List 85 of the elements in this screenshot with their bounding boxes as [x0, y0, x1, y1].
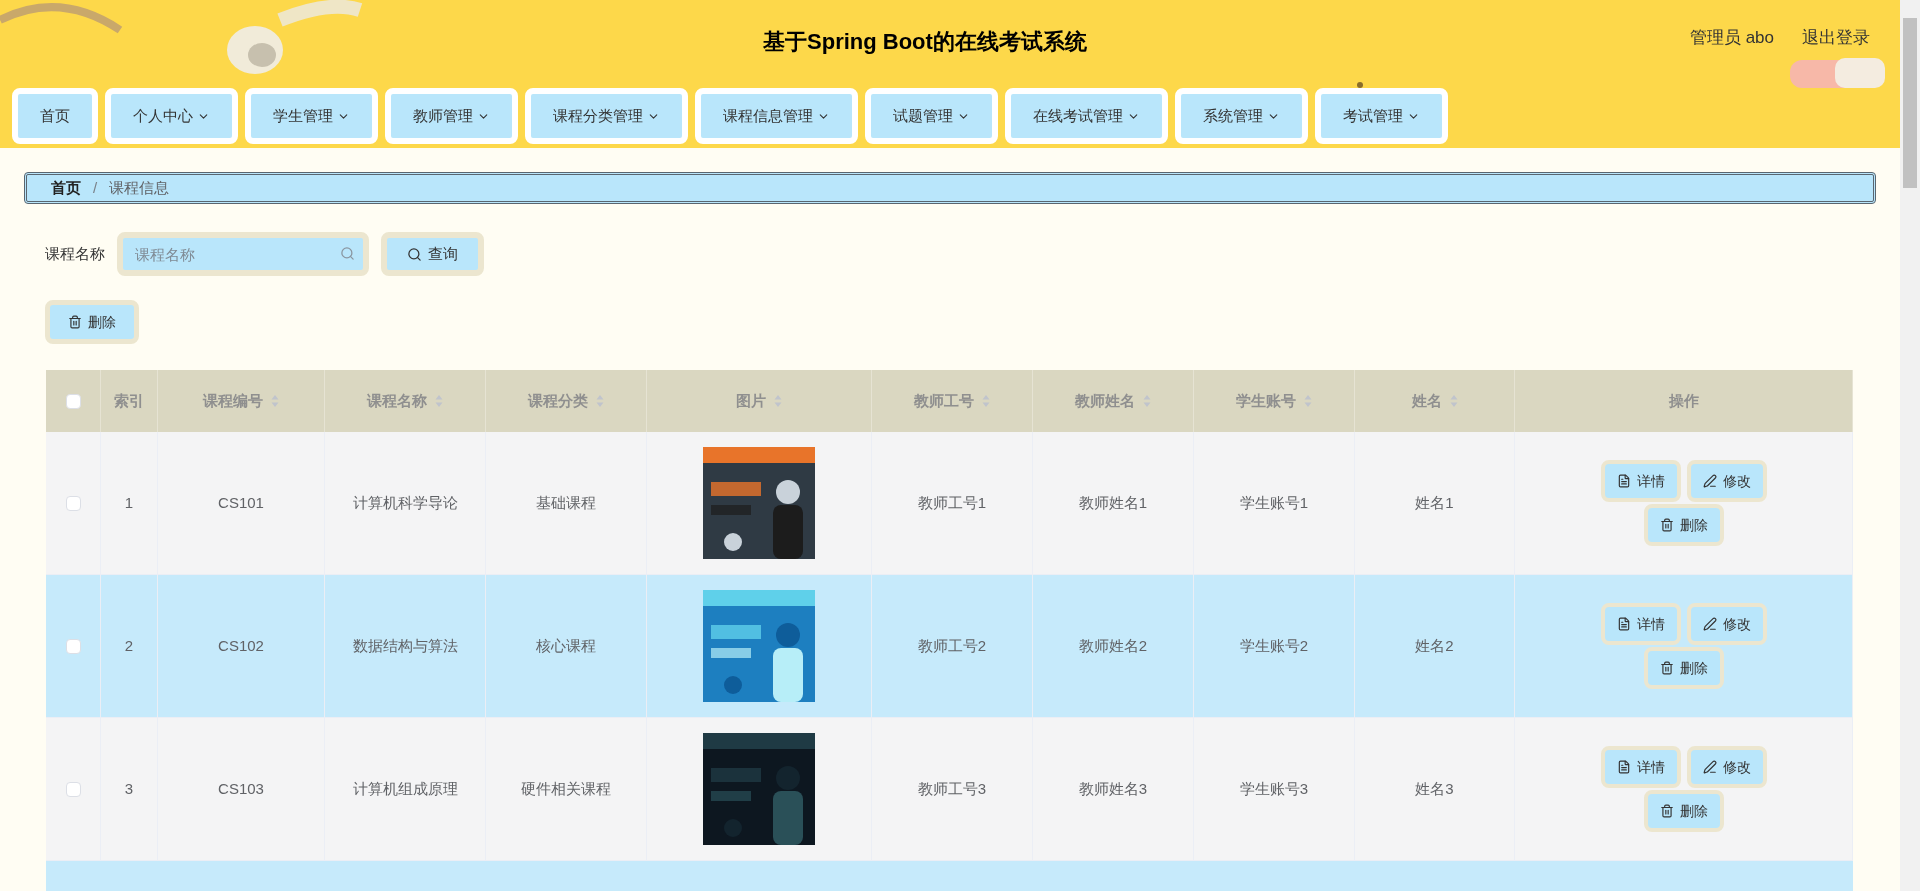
trash-icon: [1659, 661, 1674, 675]
table-cell-text: 教师姓名1: [1078, 492, 1148, 513]
pencil-icon: [1702, 617, 1717, 631]
pencil-icon: [1702, 760, 1717, 774]
breadcrumb-link[interactable]: 课程信息: [109, 176, 170, 200]
table-cell-text: 3: [124, 778, 134, 799]
column-label: 课程分类: [528, 390, 588, 411]
document-icon: [1616, 760, 1631, 774]
table-cell-text: 姓名3: [1415, 778, 1454, 799]
trash-icon: [1659, 518, 1674, 532]
sort-icon[interactable]: [271, 394, 279, 408]
table-cell-text: 学生账号3: [1239, 778, 1309, 799]
sort-icon[interactable]: [1143, 394, 1151, 408]
details-button[interactable]: 详情: [1600, 746, 1681, 788]
table-cell-text: CS102: [218, 635, 264, 656]
table-cell-text: 教师工号3: [917, 778, 987, 799]
column-label: 课程编号: [203, 390, 263, 411]
scrollbar[interactable]: [1900, 0, 1920, 891]
nav-item[interactable]: 试题管理: [865, 88, 998, 145]
search-field[interactable]: 课程名称: [117, 232, 369, 276]
document-icon: [1616, 474, 1631, 488]
table-cell-text: CS103: [218, 778, 264, 799]
sort-icon[interactable]: [982, 394, 990, 408]
table-cell-text: 学生账号1: [1239, 492, 1309, 513]
table-cell-text: 姓名2: [1415, 635, 1454, 656]
breadcrumb-separator: /: [93, 177, 98, 198]
nav-item[interactable]: 课程分类管理: [525, 88, 688, 145]
table-cell-text: 基础课程: [536, 492, 596, 513]
edit-button[interactable]: 修改: [1686, 603, 1767, 645]
breadcrumb-link[interactable]: 首页: [51, 176, 81, 200]
column-label: 教师工号: [914, 390, 974, 411]
checkbox[interactable]: [65, 638, 81, 654]
nav-item[interactable]: 学生管理: [245, 88, 378, 145]
sort-icon[interactable]: [774, 394, 782, 408]
column-label: 学生账号: [1236, 390, 1296, 411]
sort-icon[interactable]: [1304, 394, 1312, 408]
nav-item[interactable]: 个人中心: [105, 88, 238, 145]
nav-item[interactable]: 在线考试管理: [1005, 88, 1168, 145]
checkbox[interactable]: [65, 495, 81, 511]
document-icon: [1616, 617, 1631, 631]
trash-icon: [1659, 804, 1674, 818]
column-label: 图片: [736, 390, 766, 411]
details-button[interactable]: 详情: [1600, 460, 1681, 502]
table-cell-text: 教师姓名2: [1078, 635, 1148, 656]
column-label: 操作: [1668, 390, 1699, 411]
edit-button[interactable]: 修改: [1686, 460, 1767, 502]
trash-icon: [68, 315, 82, 329]
table-cell-text: 教师工号1: [917, 492, 987, 513]
table-cell-text: 教师工号2: [917, 635, 987, 656]
sort-icon[interactable]: [596, 394, 604, 408]
checkbox[interactable]: [65, 393, 81, 409]
table-cell-text: 姓名1: [1415, 492, 1454, 513]
nav-item[interactable]: 首页: [12, 88, 98, 145]
nav-item[interactable]: 考试管理: [1315, 88, 1448, 145]
pencil-icon: [1702, 474, 1717, 488]
column-label: 课程名称: [367, 390, 427, 411]
table-cell-text: 硬件相关课程: [521, 778, 611, 799]
table-cell-text: 教师姓名3: [1078, 778, 1148, 799]
sort-icon[interactable]: [1449, 394, 1458, 408]
table-cell-text: 2: [124, 635, 134, 656]
table-cell-text: CS101: [218, 492, 264, 513]
sort-icon[interactable]: [435, 394, 443, 408]
edit-button[interactable]: 修改: [1686, 746, 1767, 788]
search-button[interactable]: 查询: [381, 232, 484, 276]
table-cell-text: 核心课程: [536, 635, 596, 656]
table-cell-text: 计算机组成原理: [352, 778, 458, 799]
table-cell-text: 学生账号2: [1239, 635, 1309, 656]
nav-item[interactable]: 系统管理: [1175, 88, 1308, 145]
delete-button[interactable]: 删除: [1643, 504, 1724, 546]
search-label: 课程名称: [45, 243, 105, 264]
delete-button[interactable]: 删除: [1643, 647, 1724, 689]
delete-button[interactable]: 删除: [1643, 790, 1724, 832]
column-label: 姓名: [1411, 390, 1442, 411]
column-label: 索引: [114, 390, 144, 411]
table-cell-text: 计算机科学导论: [352, 492, 458, 513]
delete-button[interactable]: 删除: [45, 300, 139, 344]
search-icon: [340, 246, 355, 261]
search-icon: [407, 246, 422, 262]
table-cell-text: 1: [124, 492, 134, 513]
details-button[interactable]: 详情: [1600, 603, 1681, 645]
nav-item[interactable]: 课程信息管理: [695, 88, 858, 145]
table-cell-text: 数据结构与算法: [352, 635, 458, 656]
column-label: 教师姓名: [1075, 390, 1135, 411]
checkbox[interactable]: [65, 781, 81, 797]
nav-item[interactable]: 教师管理: [385, 88, 518, 145]
